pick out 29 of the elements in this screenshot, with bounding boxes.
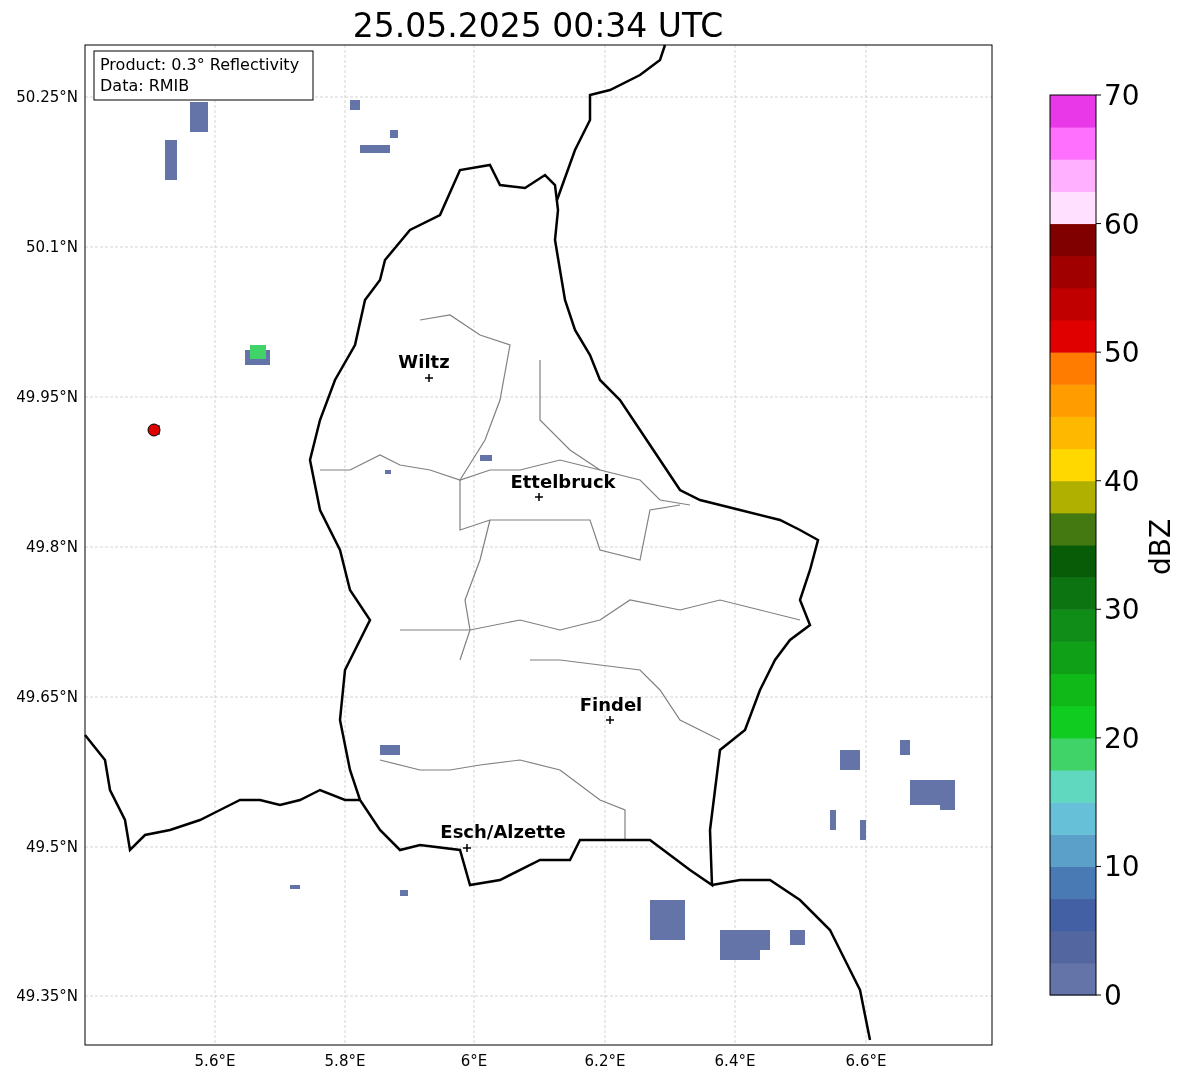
longitude-label: 6.4°E xyxy=(714,1052,756,1070)
latitude-label: 49.8°N xyxy=(25,538,78,556)
colorbar-label: dBZ xyxy=(1144,518,1177,576)
city-label: Esch/Alzette xyxy=(440,821,566,842)
city-label: Wiltz xyxy=(398,351,450,372)
city-label: Findel xyxy=(579,694,643,715)
longitude-label: 5.8°E xyxy=(324,1052,366,1070)
longitude-label: 5.6°E xyxy=(194,1052,236,1070)
city-label: Ettelbruck xyxy=(510,471,616,492)
info-text: Data: RMIB xyxy=(100,76,190,95)
colorbar-tick-label: 20 xyxy=(1104,721,1140,755)
longitude-label: 6.2°E xyxy=(584,1052,626,1070)
chart-title: 25.05.2025 00:34 UTC xyxy=(352,6,724,45)
latitude-label: 49.35°N xyxy=(16,987,78,1005)
colorbar-tick-label: 0 xyxy=(1104,979,1122,1012)
latitude-label: 50.25°N xyxy=(16,88,78,106)
longitude-label: 6°E xyxy=(460,1052,488,1070)
info-text: Product: 0.3° Reflectivity xyxy=(100,55,300,74)
colorbar-tick-label: 30 xyxy=(1104,593,1140,627)
latitude-label: 49.65°N xyxy=(16,688,78,706)
colorbar-tick-label: 10 xyxy=(1104,850,1140,884)
latitude-label: 50.1°N xyxy=(25,238,78,256)
colorbar-tick-label: 70 xyxy=(1104,79,1140,112)
latitude-label: 49.5°N xyxy=(25,838,78,856)
latitude-label: 49.95°N xyxy=(16,388,78,406)
colorbar-tick-label: 50 xyxy=(1104,336,1140,370)
colorbar-tick-label: 40 xyxy=(1104,464,1140,498)
colorbar-tick-label: 60 xyxy=(1104,207,1140,241)
longitude-label: 6.6°E xyxy=(845,1052,887,1070)
